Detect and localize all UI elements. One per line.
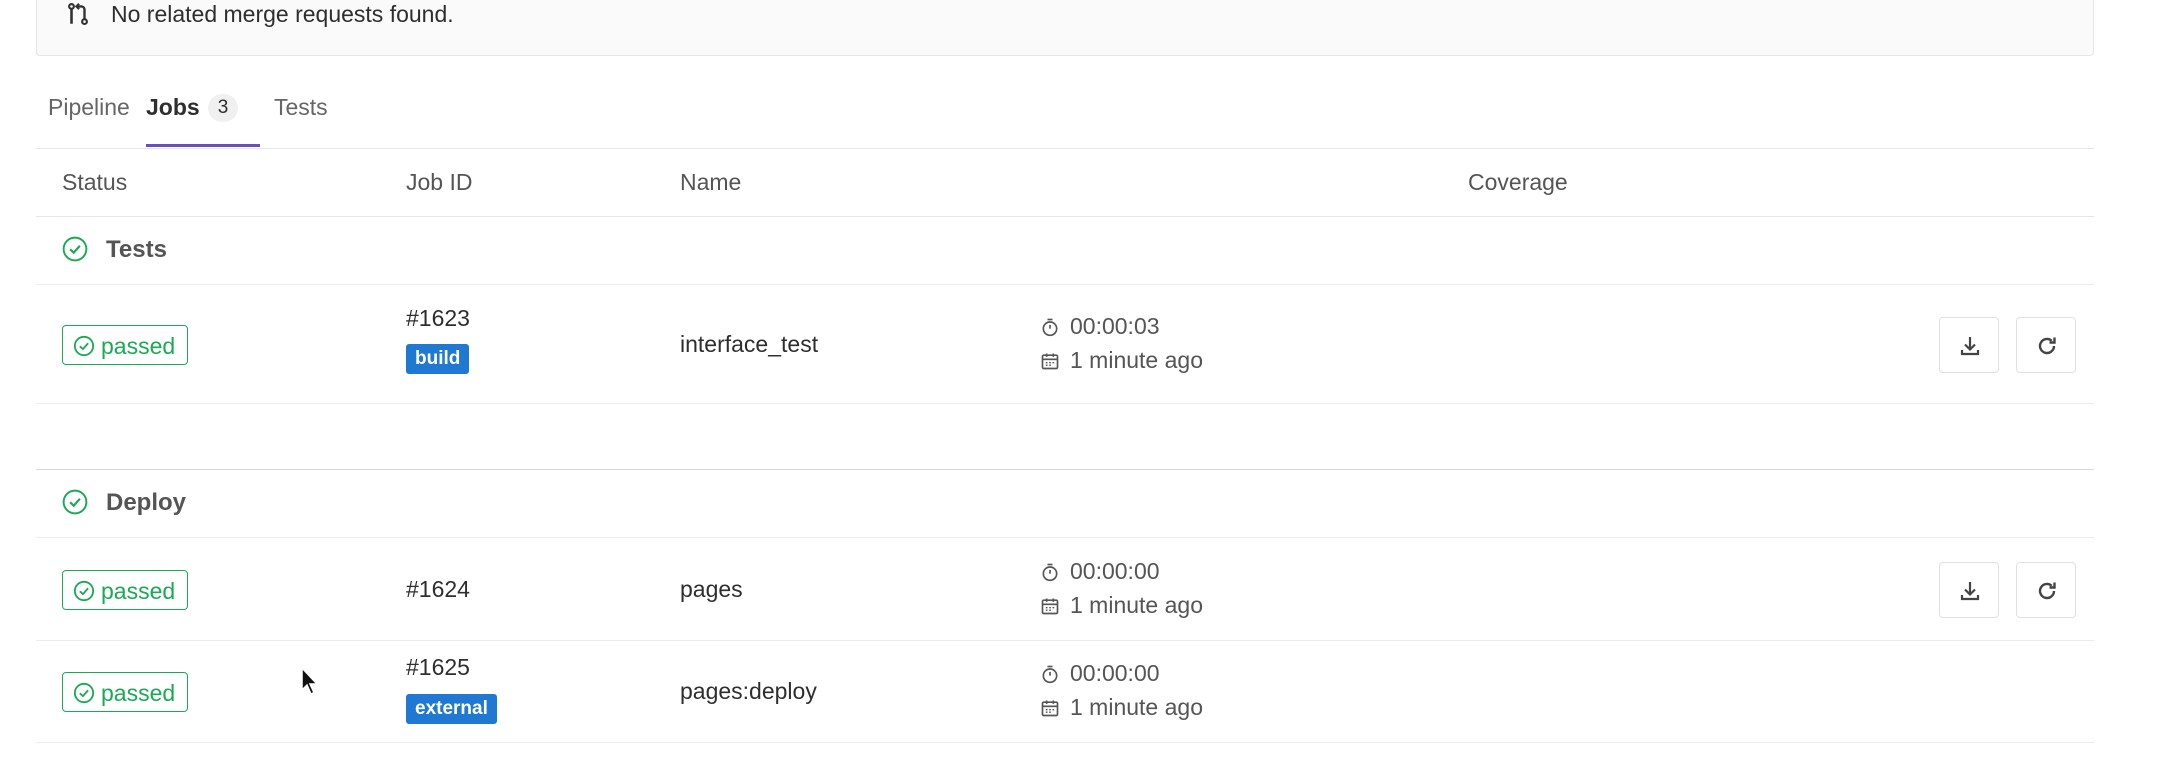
job-name-link[interactable]: interface_test [680, 331, 818, 358]
tab-jobs-label: Jobs [146, 94, 200, 120]
mouse-cursor-icon [301, 666, 319, 696]
status-badge-passed[interactable]: passed [62, 325, 189, 365]
header-status: Status [62, 169, 128, 195]
job-id-link[interactable]: #1625 [406, 654, 470, 681]
job-finished: 1 minute ago [1040, 694, 1203, 721]
header-job-id: Job ID [406, 169, 473, 195]
status-label: passed [101, 680, 176, 706]
duration-text: 00:00:00 [1070, 558, 1160, 584]
job-name-link[interactable]: pages:deploy [680, 678, 817, 705]
job-finished: 1 minute ago [1040, 347, 1203, 374]
check-circle-icon [73, 682, 95, 704]
download-icon [1960, 337, 1980, 356]
tab-tests[interactable]: Tests [274, 82, 328, 148]
merge-request-icon [68, 2, 88, 26]
retry-button[interactable] [2016, 317, 2076, 373]
job-finished: 1 minute ago [1040, 592, 1203, 619]
download-artifacts-button[interactable] [1939, 562, 1999, 618]
finished-text: 1 minute ago [1070, 694, 1203, 720]
retry-icon [2038, 337, 2056, 355]
merge-request-info-bar: No related merge requests found. [36, 0, 2094, 56]
status-label: passed [101, 333, 176, 359]
job-row-1624: passed #1624 pages 00:00:00 1 minute ago [36, 538, 2094, 641]
job-duration: 00:00:00 [1040, 558, 1160, 585]
check-circle-icon [62, 236, 88, 262]
download-icon [1960, 582, 1980, 601]
retry-button[interactable] [2016, 562, 2076, 618]
job-tag-badge: external [406, 694, 497, 724]
duration-text: 00:00:00 [1070, 660, 1160, 686]
job-row-1623: passed #1623 build interface_test 00:00:… [36, 285, 2094, 404]
status-badge-passed[interactable]: passed [62, 672, 189, 712]
job-id-link[interactable]: #1624 [406, 576, 470, 603]
timer-icon [1042, 318, 1058, 337]
job-duration: 00:00:03 [1040, 313, 1160, 340]
timer-icon [1042, 563, 1058, 582]
header-coverage: Coverage [1468, 169, 1568, 195]
job-duration: 00:00:00 [1040, 660, 1160, 687]
job-name-link[interactable]: pages [680, 576, 743, 603]
merge-request-status-text: No related merge requests found. [111, 1, 454, 27]
header-name: Name [680, 169, 742, 195]
retry-icon [2038, 582, 2056, 600]
status-label: passed [101, 578, 176, 604]
calendar-icon [1041, 598, 1059, 615]
active-tab-indicator [146, 144, 260, 147]
job-row-1625: passed #1625 external pages:deploy 00:00… [36, 640, 2094, 743]
stage-header-deploy: Deploy [36, 469, 2094, 538]
check-circle-icon [62, 489, 88, 515]
job-id-link[interactable]: #1623 [406, 305, 470, 332]
tab-pipeline-label: Pipeline [48, 94, 130, 120]
tab-jobs[interactable]: Jobs 3 [146, 82, 239, 148]
stage-header-tests: Tests [36, 216, 2094, 285]
stage-name: Deploy [106, 489, 187, 516]
check-circle-icon [73, 580, 95, 602]
duration-text: 00:00:03 [1070, 313, 1160, 339]
timer-icon [1042, 665, 1058, 684]
tab-pipeline[interactable]: Pipeline [48, 82, 130, 148]
finished-text: 1 minute ago [1070, 347, 1203, 373]
pipeline-tabs: Pipeline Jobs 3 Tests [36, 82, 2094, 149]
finished-text: 1 minute ago [1070, 592, 1203, 618]
stage-separator [36, 403, 2094, 470]
status-badge-passed[interactable]: passed [62, 570, 189, 610]
calendar-icon [1041, 353, 1059, 370]
calendar-icon [1041, 700, 1059, 717]
tab-tests-label: Tests [274, 94, 328, 120]
job-tag-badge: build [406, 344, 470, 374]
download-artifacts-button[interactable] [1939, 317, 1999, 373]
jobs-table-header: Status Job ID Name Coverage [36, 148, 2094, 217]
stage-name: Tests [106, 236, 167, 263]
check-circle-icon [73, 335, 95, 357]
jobs-count-badge: 3 [207, 94, 239, 122]
